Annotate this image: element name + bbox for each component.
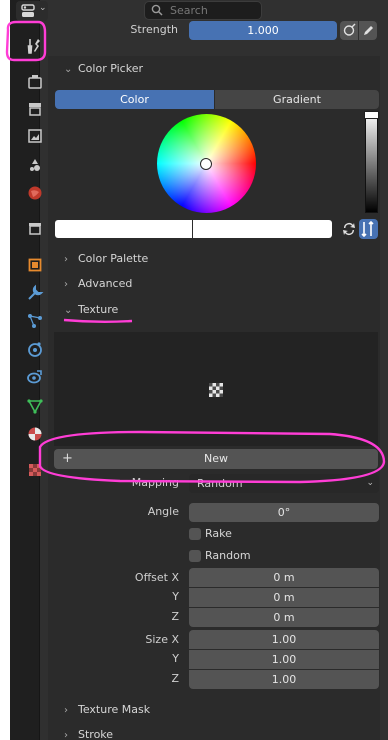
texture-underline-mark [63,318,133,323]
annotation-overlay [5,20,386,484]
new-button-highlight-mark [38,430,386,484]
tool-tab-highlight-mark [5,20,47,62]
